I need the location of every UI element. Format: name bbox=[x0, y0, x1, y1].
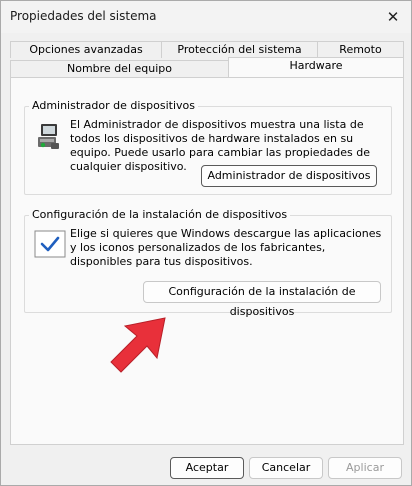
install-settings-button[interactable]: Configuración de la instalación de dispo… bbox=[143, 281, 381, 318]
close-icon[interactable]: ✕ bbox=[381, 5, 405, 29]
device-manager-title: Administrador de dispositivos bbox=[29, 99, 199, 112]
hardware-panel: Administrador de dispositivos El Adminis… bbox=[10, 77, 404, 445]
install-settings-title: Configuración de la instalación de dispo… bbox=[29, 208, 291, 221]
tab-opciones-avanzadas[interactable]: Opciones avanzadas bbox=[10, 41, 162, 58]
device-manager-button[interactable]: Administrador de dispositivos bbox=[201, 165, 377, 187]
title-bar: Propiedades del sistema ✕ bbox=[1, 1, 411, 33]
tab-hardware[interactable]: Hardware bbox=[228, 57, 404, 77]
arrow-pointer-icon bbox=[110, 317, 166, 373]
system-properties-window: Propiedades del sistema ✕ Opciones avanz… bbox=[0, 0, 412, 486]
device-manager-group: Administrador de dispositivos El Adminis… bbox=[24, 99, 392, 195]
cancel-button[interactable]: Cancelar bbox=[249, 457, 323, 479]
window-title: Propiedades del sistema bbox=[10, 9, 157, 23]
ok-button[interactable]: Aceptar bbox=[170, 457, 244, 479]
tab-remoto[interactable]: Remoto bbox=[317, 41, 404, 58]
checkmark-icon bbox=[34, 230, 66, 258]
device-manager-icon bbox=[38, 124, 59, 149]
tab-nombre-equipo[interactable]: Nombre del equipo bbox=[10, 60, 229, 77]
install-settings-description: Elige si quieres que Windows descargue l… bbox=[70, 227, 382, 268]
install-settings-group: Configuración de la instalación de dispo… bbox=[24, 208, 392, 318]
tab-proteccion-sistema[interactable]: Protección del sistema bbox=[161, 41, 318, 58]
apply-button[interactable]: Aplicar bbox=[328, 457, 402, 479]
